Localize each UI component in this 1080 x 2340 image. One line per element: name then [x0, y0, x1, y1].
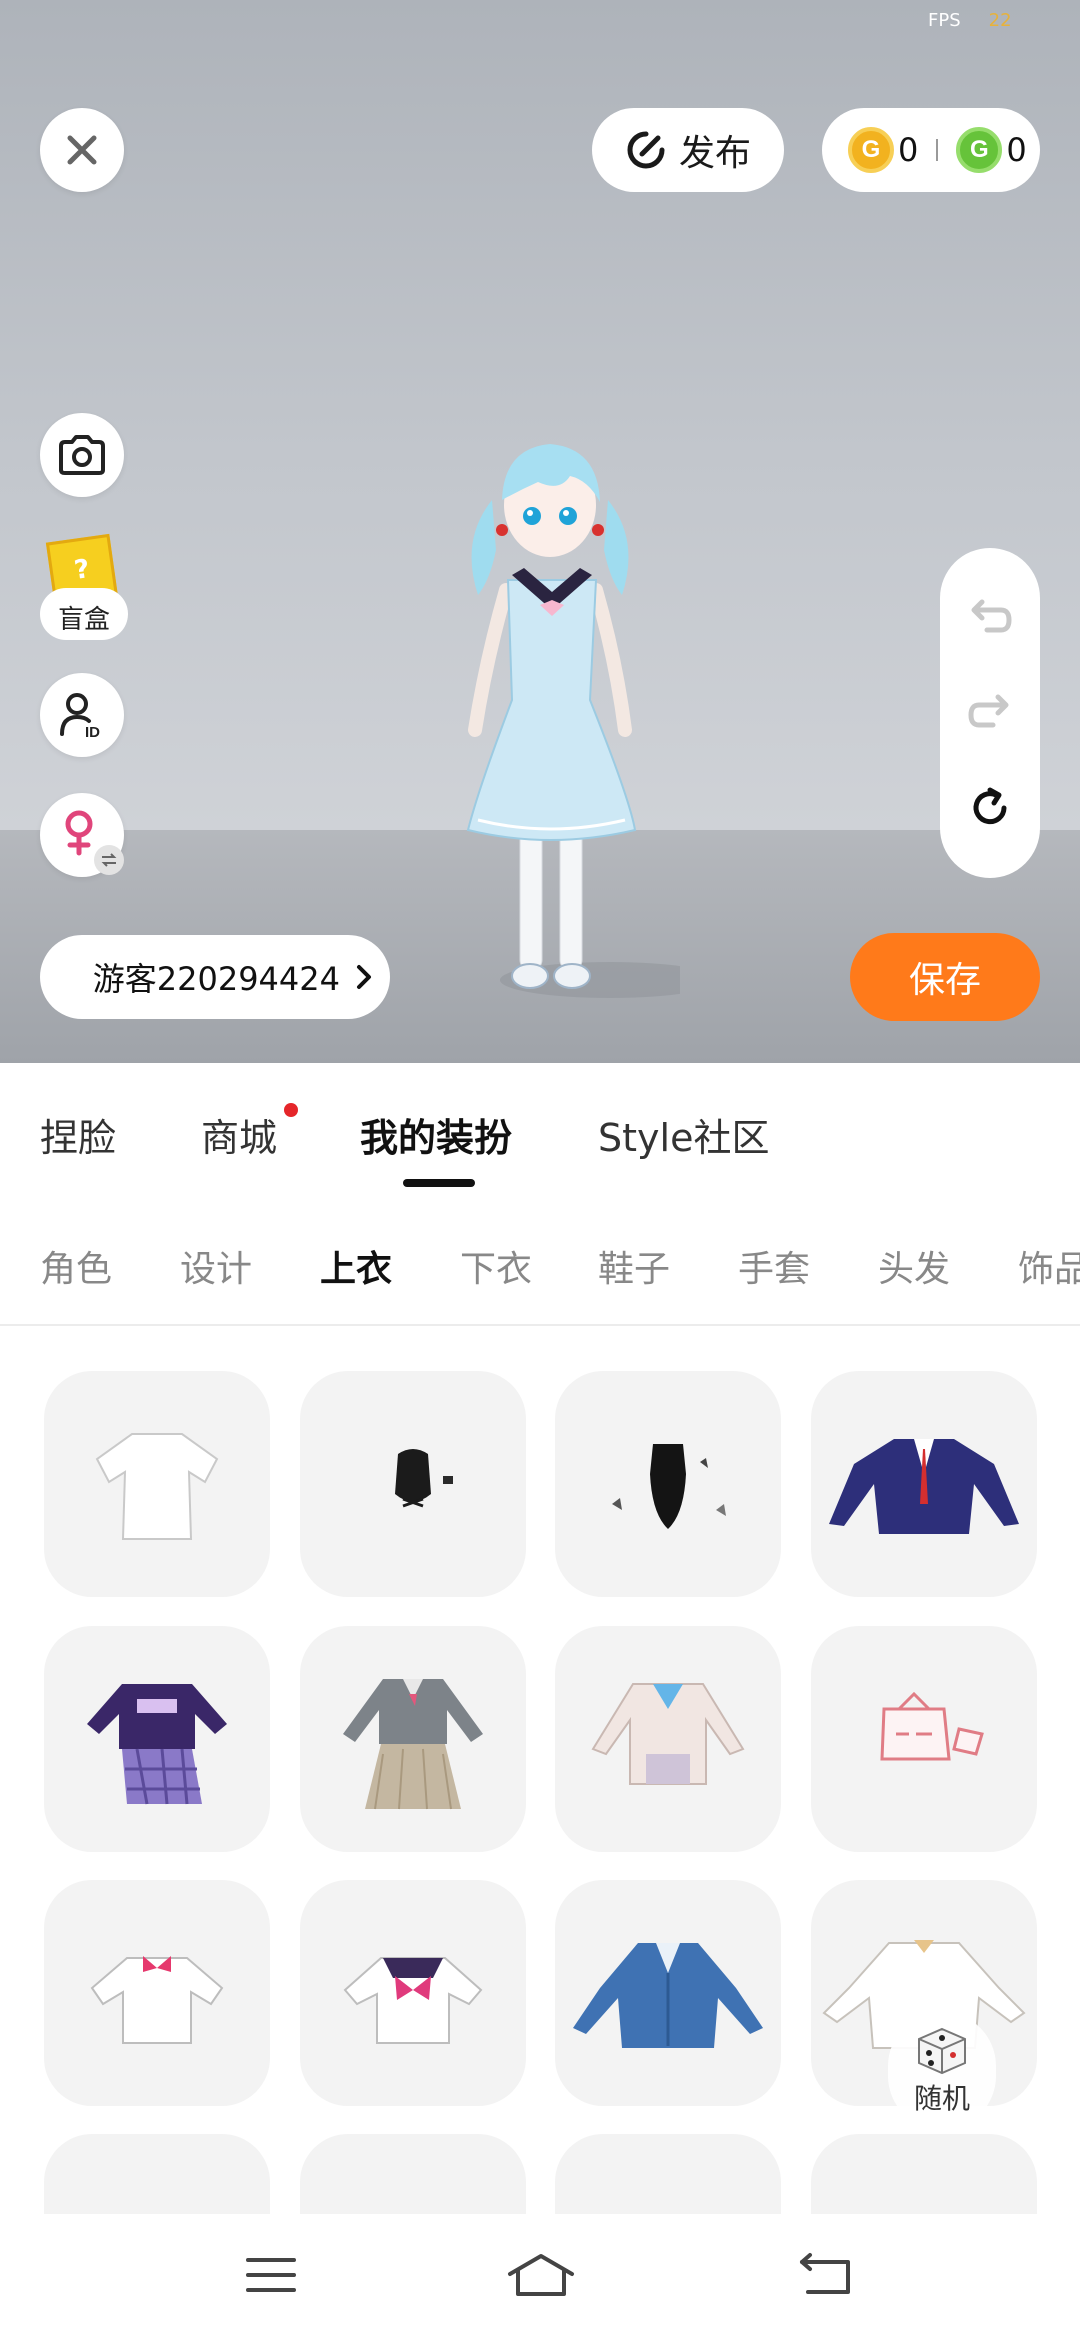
user-id-icon: ID [60, 693, 100, 740]
outfit-item[interactable] [811, 1371, 1037, 1597]
black-top-icon [395, 1449, 453, 1508]
outfit-item[interactable] [811, 2134, 1037, 2214]
category-tab-tops[interactable]: 上衣 [320, 1240, 392, 1292]
outfit-item[interactable] [555, 1626, 781, 1852]
avatar-viewport[interactable]: FPS 22 发布 G 0 G 0 ? 盲盒 ID 游客220294424 保存 [0, 0, 1080, 1063]
svg-text:ID: ID [85, 724, 100, 740]
main-tab-bar: 捏脸 商城 我的装扮 Style社区 [0, 1063, 1080, 1198]
tab-face-editor[interactable]: 捏脸 [40, 1107, 116, 1162]
outfit-item[interactable] [44, 2134, 270, 2214]
currency-balance[interactable]: G 0 G 0 [822, 108, 1040, 192]
camera-button[interactable] [40, 413, 124, 497]
close-button[interactable] [40, 108, 124, 192]
outfit-item[interactable] [300, 1880, 526, 2106]
random-outfit-button[interactable]: 随机 [888, 2012, 996, 2130]
purple-hoodie-skirt-icon [87, 1684, 227, 1805]
publish-button[interactable]: 发布 [592, 108, 784, 192]
green-coin-icon: G [956, 127, 1003, 173]
user-name: 游客220294424 [92, 960, 340, 998]
undo-icon[interactable] [967, 596, 1013, 636]
random-label: 随机 [913, 2082, 970, 2115]
fps-label: FPS [928, 10, 961, 31]
divider [936, 139, 939, 161]
fps-value: 22 [988, 10, 1012, 31]
user-profile-button[interactable]: 游客220294424 [40, 935, 390, 1019]
save-button[interactable]: 保存 [850, 933, 1040, 1021]
home-icon[interactable] [506, 2252, 576, 2298]
reset-icon[interactable] [968, 786, 1012, 830]
brown-coat-icon [77, 2172, 237, 2214]
white-tshirt-icon [95, 1433, 219, 1540]
publish-icon [627, 131, 665, 169]
category-tab-design[interactable]: 设计 [180, 1240, 252, 1292]
category-tab-bottoms[interactable]: 下衣 [460, 1240, 532, 1292]
navy-blazer-icon [829, 1439, 1019, 1534]
tab-my-outfits[interactable]: 我的装扮 [360, 1107, 512, 1162]
outfit-item[interactable] [555, 1371, 781, 1597]
close-icon [67, 135, 97, 165]
green-coin-count: 0 [1006, 131, 1027, 169]
category-tab-gloves[interactable]: 手套 [738, 1240, 810, 1292]
outfit-item[interactable] [44, 1626, 270, 1852]
shop-notification-dot [284, 1103, 298, 1117]
publish-label: 发布 [678, 133, 751, 174]
blue-jacket-icon [573, 1943, 763, 2048]
category-tab-shoes[interactable]: 鞋子 [598, 1240, 670, 1292]
camera-icon [59, 435, 105, 475]
tab-shop[interactable]: 商城 [201, 1107, 277, 1162]
grey-uniform-icon [343, 1679, 483, 1810]
dice-icon [918, 2027, 966, 2075]
category-tab-accessories[interactable]: 饰品 [1018, 1240, 1080, 1292]
outfit-item[interactable] [44, 1880, 270, 2106]
white-frill-top-icon [844, 2172, 1004, 2214]
pink-outline-top-icon [880, 1691, 984, 1761]
back-icon[interactable] [796, 2252, 854, 2298]
avatar-character[interactable] [420, 420, 680, 1010]
outfit-item[interactable] [555, 2134, 781, 2214]
white-shirt-bow-icon [90, 1956, 224, 2044]
swap-icon [94, 845, 124, 875]
tab-style-community[interactable]: Style社区 [598, 1107, 769, 1162]
gender-switch-button[interactable] [40, 793, 124, 877]
category-tab-role[interactable]: 角色 [40, 1240, 112, 1292]
chevron-right-icon [357, 965, 371, 989]
sailor-shirt-icon [343, 1957, 483, 2044]
redo-icon[interactable] [967, 691, 1013, 731]
beige-top-icon [333, 2172, 493, 2214]
system-navigation-bar [0, 2214, 1080, 2340]
blindbox-button[interactable]: ? 盲盒 [40, 533, 128, 642]
outfit-item[interactable] [44, 1371, 270, 1597]
category-tab-bar: 角色 设计 上衣 下衣 鞋子 手套 头发 饰品 [0, 1198, 1080, 1326]
light-blue-top-icon [588, 2172, 748, 2214]
outfit-item[interactable] [300, 2134, 526, 2214]
history-controls [940, 548, 1040, 878]
outfit-item[interactable] [811, 1626, 1037, 1852]
gold-coin-icon: G [848, 127, 894, 173]
menu-icon[interactable] [244, 2252, 298, 2298]
outfit-item[interactable] [300, 1626, 526, 1852]
category-tab-hair[interactable]: 头发 [878, 1240, 950, 1292]
avatar-id-button[interactable]: ID [40, 673, 124, 757]
black-swimsuit-icon [612, 1444, 726, 1529]
gold-coin-count: 0 [898, 131, 919, 169]
cream-cardigan-icon [591, 1683, 745, 1785]
outfit-item[interactable] [300, 1371, 526, 1597]
outfit-item[interactable] [555, 1880, 781, 2106]
fps-indicator: FPS 22 [928, 10, 1012, 31]
blindbox-label: 盲盒 [40, 588, 128, 640]
active-tab-indicator [403, 1179, 475, 1187]
